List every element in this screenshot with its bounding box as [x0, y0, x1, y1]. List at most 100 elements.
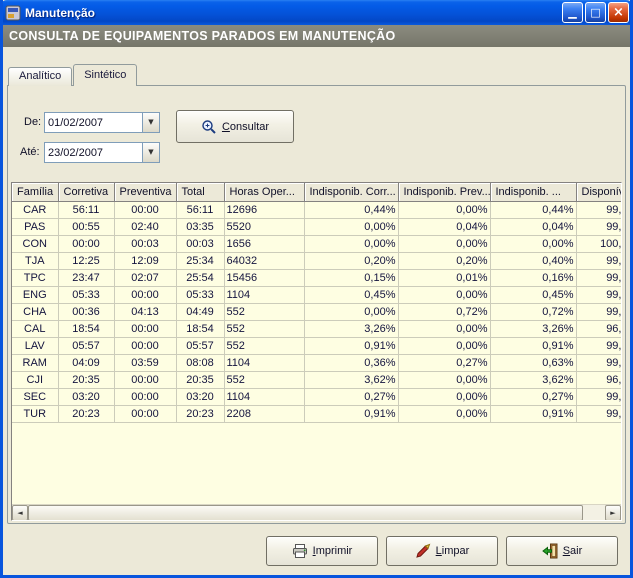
- table-cell: 00:36: [58, 303, 114, 320]
- imprimir-button[interactable]: Imprimir: [266, 536, 378, 566]
- titlebar[interactable]: Manutenção ▁ □ ×: [0, 0, 633, 25]
- table-cell: 02:40: [114, 218, 176, 235]
- table-cell: 0,15%: [304, 269, 398, 286]
- date-from-dropdown-button[interactable]: ▼: [142, 113, 159, 132]
- scroll-left-button[interactable]: ◄: [12, 505, 28, 521]
- table-cell: 0,44%: [304, 201, 398, 218]
- column-header[interactable]: Indisponib. ...: [490, 183, 576, 201]
- column-header[interactable]: Preventiva: [114, 183, 176, 201]
- minimize-button[interactable]: ▁: [562, 2, 583, 23]
- table-cell: SEC: [12, 388, 58, 405]
- table-row[interactable]: CAL18:5400:0018:545523,26%0,00%3,26%96,7…: [12, 320, 621, 337]
- table-cell: 100,00%: [576, 235, 621, 252]
- tab-strip: Analítico Sintético: [8, 64, 138, 86]
- table-cell: 99,09%: [576, 337, 621, 354]
- table-cell: 0,00%: [398, 405, 490, 422]
- tab-analitico[interactable]: Analítico: [8, 67, 72, 86]
- table-row[interactable]: CHA00:3604:1304:495520,00%0,72%0,72%99,2…: [12, 303, 621, 320]
- table-cell: 04:09: [58, 354, 114, 371]
- table-row[interactable]: CON00:0000:0300:0316560,00%0,00%0,00%100…: [12, 235, 621, 252]
- table-cell: 0,27%: [398, 354, 490, 371]
- table-cell: 00:03: [176, 235, 224, 252]
- table-row[interactable]: TUR20:2300:0020:2322080,91%0,00%0,91%99,…: [12, 405, 621, 422]
- column-header[interactable]: Indisponib. Prev...: [398, 183, 490, 201]
- table-cell: 0,45%: [490, 286, 576, 303]
- table-cell: 5520: [224, 218, 304, 235]
- scroll-right-button[interactable]: ►: [605, 505, 621, 521]
- table-cell: 0,27%: [490, 388, 576, 405]
- table-row[interactable]: PAS00:5502:4003:3555200,00%0,04%0,04%99,…: [12, 218, 621, 235]
- table-cell: 0,72%: [490, 303, 576, 320]
- table-cell: 00:00: [114, 201, 176, 218]
- table-row[interactable]: TPC23:4702:0725:54154560,15%0,01%0,16%99…: [12, 269, 621, 286]
- column-header[interactable]: Família: [12, 183, 58, 201]
- horizontal-scrollbar[interactable]: ◄ ►: [12, 504, 621, 520]
- table-cell: 0,00%: [398, 371, 490, 388]
- consultar-button[interactable]: Consultar: [176, 110, 294, 143]
- table-cell: 04:13: [114, 303, 176, 320]
- table-row[interactable]: CJI20:3500:0020:355523,62%0,00%3,62%96,3…: [12, 371, 621, 388]
- table-cell: 552: [224, 303, 304, 320]
- table-cell: 64032: [224, 252, 304, 269]
- limpar-button[interactable]: Limpar: [386, 536, 498, 566]
- column-header[interactable]: Total: [176, 183, 224, 201]
- imprimir-label: Imprimir: [313, 545, 353, 557]
- maintenance-window: Manutenção ▁ □ × CONSULTA DE EQUIPAMENTO…: [0, 0, 633, 578]
- table-row[interactable]: TJA12:2512:0925:34640320,20%0,20%0,40%99…: [12, 252, 621, 269]
- table-cell: 0,63%: [490, 354, 576, 371]
- table-cell: 552: [224, 337, 304, 354]
- table-cell: 0,00%: [398, 388, 490, 405]
- table-cell: PAS: [12, 218, 58, 235]
- column-header[interactable]: Corretiva: [58, 183, 114, 201]
- date-from-combobox[interactable]: ▼: [44, 112, 160, 133]
- maximize-icon: □: [590, 4, 600, 21]
- column-header[interactable]: Horas Oper...: [224, 183, 304, 201]
- table-cell: ENG: [12, 286, 58, 303]
- date-to-input[interactable]: [45, 143, 142, 162]
- table-cell: 0,27%: [304, 388, 398, 405]
- table-row[interactable]: RAM04:0903:5908:0811040,36%0,27%0,63%99,…: [12, 354, 621, 371]
- table-row[interactable]: LAV05:5700:0005:575520,91%0,00%0,91%99,0…: [12, 337, 621, 354]
- column-header[interactable]: Disponív...: [576, 183, 621, 201]
- table-cell: 05:33: [58, 286, 114, 303]
- table-cell: 0,00%: [398, 337, 490, 354]
- close-icon: ×: [613, 4, 624, 21]
- table-cell: 552: [224, 320, 304, 337]
- table-row[interactable]: CAR56:1100:0056:11126960,44%0,00%0,44%99…: [12, 201, 621, 218]
- table-cell: 1104: [224, 286, 304, 303]
- table-cell: 0,00%: [304, 235, 398, 252]
- date-from-input[interactable]: [45, 113, 142, 132]
- table-row[interactable]: ENG05:3300:0005:3311040,45%0,00%0,45%99,…: [12, 286, 621, 303]
- table-cell: 1104: [224, 354, 304, 371]
- table-cell: 00:00: [114, 286, 176, 303]
- chevron-down-icon: ▼: [148, 118, 153, 126]
- table-cell: 99,55%: [576, 286, 621, 303]
- table-cell: 0,01%: [398, 269, 490, 286]
- sair-button[interactable]: Sair: [506, 536, 618, 566]
- date-to-dropdown-button[interactable]: ▼: [142, 143, 159, 162]
- table-cell: 0,16%: [490, 269, 576, 286]
- column-header[interactable]: Indisponib. Corr...: [304, 183, 398, 201]
- table-cell: 18:54: [176, 320, 224, 337]
- table-cell: 00:00: [114, 371, 176, 388]
- maximize-button[interactable]: □: [585, 2, 606, 23]
- table-cell: CON: [12, 235, 58, 252]
- table-cell: 1104: [224, 388, 304, 405]
- results-grid: FamíliaCorretivaPreventivaTotalHoras Ope…: [11, 182, 622, 521]
- table-row[interactable]: SEC03:2000:0003:2011040,27%0,00%0,27%99,…: [12, 388, 621, 405]
- table-cell: 03:20: [176, 388, 224, 405]
- table-cell: 99,28%: [576, 303, 621, 320]
- close-button[interactable]: ×: [608, 2, 629, 23]
- tab-sintetico[interactable]: Sintético: [73, 64, 137, 86]
- table-cell: 00:00: [114, 320, 176, 337]
- table-cell: 08:08: [176, 354, 224, 371]
- scrollbar-thumb[interactable]: [28, 505, 583, 521]
- table-cell: 15456: [224, 269, 304, 286]
- table-cell: 00:00: [114, 337, 176, 354]
- table-cell: 0,72%: [398, 303, 490, 320]
- table-cell: 99,84%: [576, 269, 621, 286]
- table-cell: 1656: [224, 235, 304, 252]
- table-cell: 0,91%: [304, 405, 398, 422]
- table-cell: 3,26%: [304, 320, 398, 337]
- date-to-combobox[interactable]: ▼: [44, 142, 160, 163]
